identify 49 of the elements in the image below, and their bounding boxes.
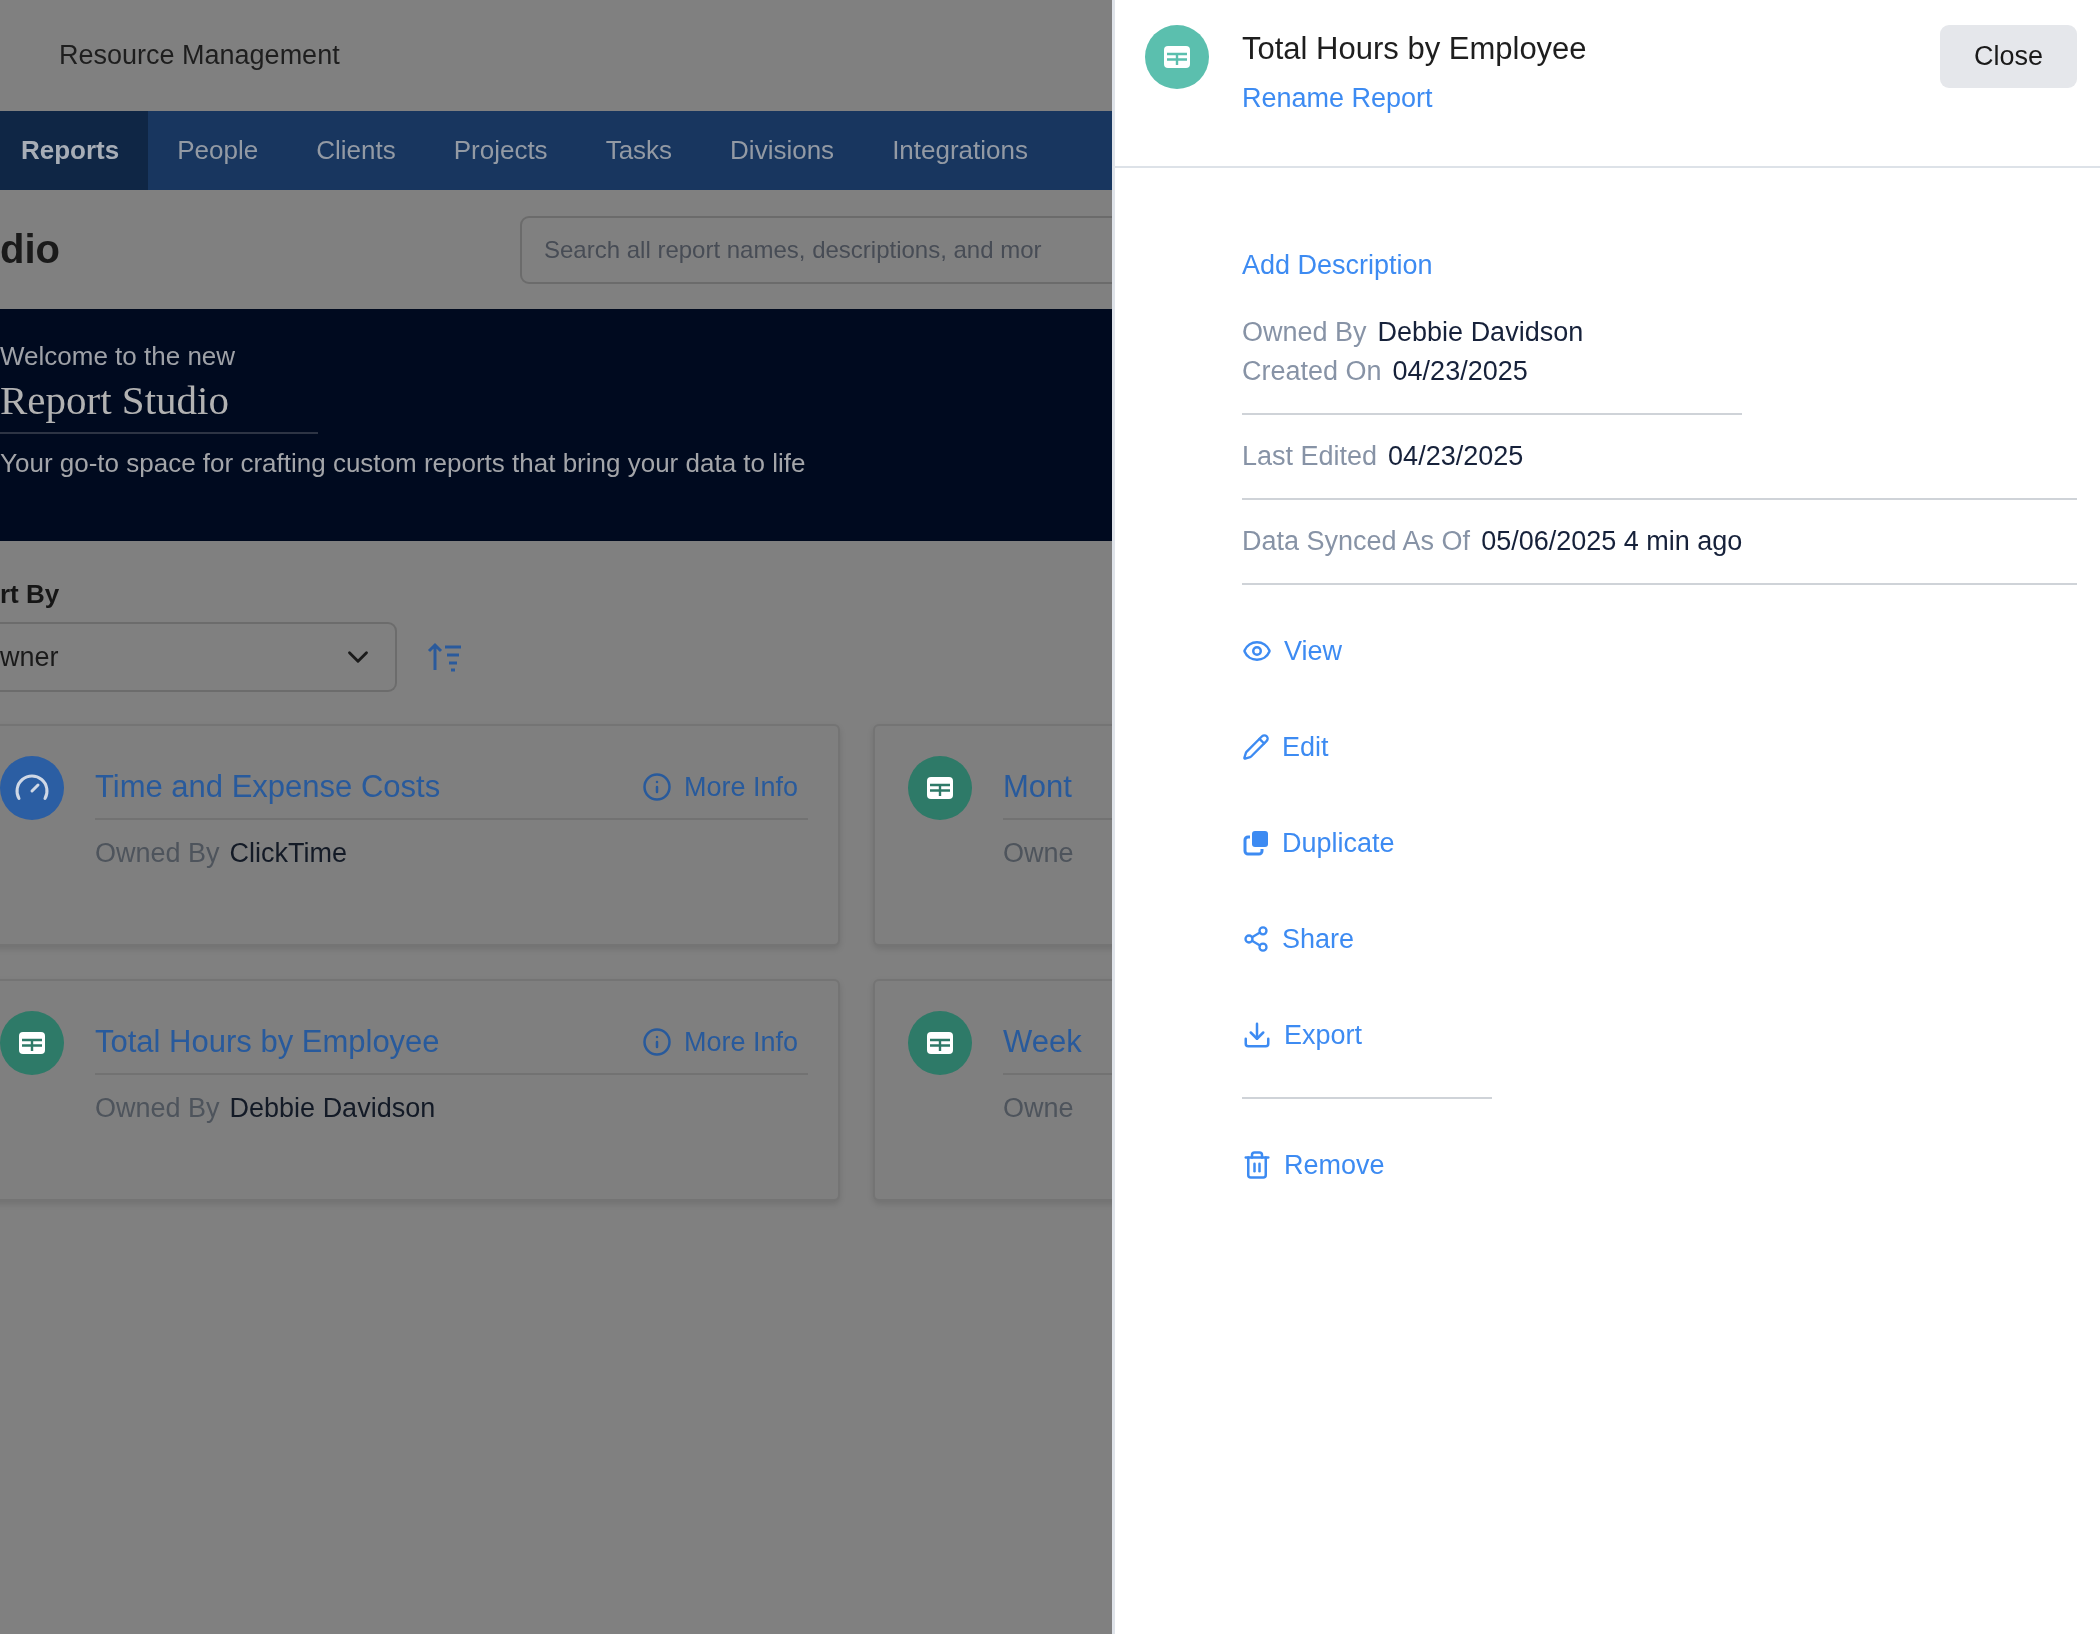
info-icon	[641, 1027, 672, 1057]
nav-tab[interactable]: Clients	[287, 111, 425, 190]
app-title: Resource Management	[59, 40, 340, 71]
more-info-link[interactable]: More Info	[641, 771, 808, 803]
owner-name: Debbie Davidson	[229, 1093, 436, 1124]
duplicate-icon	[1242, 829, 1270, 857]
sort-label: rt By	[0, 579, 60, 610]
detail-value: 05/06/2025 4 min ago	[1481, 526, 1743, 557]
action-button[interactable]: Export	[1242, 987, 1363, 1083]
banner-eyebrow: Welcome to the new	[0, 341, 236, 372]
owner-name: ClickTime	[229, 838, 348, 869]
share-icon	[1242, 925, 1270, 953]
nav-tab[interactable]: People	[148, 111, 288, 190]
nav-tab[interactable]: Reports	[0, 111, 149, 190]
detail-label: Created On	[1242, 356, 1382, 387]
detail-value: 04/23/2025	[1392, 356, 1528, 387]
info-icon	[641, 772, 672, 802]
action-button[interactable]: View	[1242, 603, 1343, 699]
rename-link[interactable]: Rename Report	[1242, 83, 1433, 114]
banner-subtitle: Your go-to space for crafting custom reports that bring your data to life	[0, 448, 806, 479]
detail-label: Data Synced As Of	[1242, 526, 1471, 557]
nav-tab[interactable]: Projects	[424, 111, 577, 190]
card-title[interactable]: Mont	[1003, 769, 1072, 805]
detail-label: Last Edited	[1242, 441, 1378, 472]
panel-title: Total Hours by Employee	[1242, 31, 1587, 67]
action-button[interactable]: Remove	[1242, 1117, 1385, 1213]
action-button[interactable]: Duplicate	[1242, 795, 1395, 891]
card-title[interactable]: Time and Expense Costs	[95, 769, 441, 805]
card-title[interactable]: Week	[1003, 1024, 1082, 1060]
nav-tab[interactable]: Divisions	[701, 111, 864, 190]
card-title[interactable]: Total Hours by Employee	[95, 1024, 440, 1060]
action-button[interactable]: Share	[1242, 891, 1355, 987]
detail-label: Owned By	[1242, 317, 1367, 348]
more-info-link[interactable]: More Info	[641, 1026, 808, 1058]
action-button[interactable]: Edit	[1242, 699, 1329, 795]
banner-title: Report Studio	[0, 376, 229, 424]
close-button[interactable]: Close	[1940, 25, 2077, 88]
add-description-link[interactable]: Add Description	[1242, 250, 1433, 281]
nav-tab[interactable]: Tasks	[576, 111, 702, 190]
sort-icon[interactable]	[427, 642, 463, 672]
page-title: dio	[0, 227, 60, 272]
pencil-icon	[1242, 733, 1270, 761]
nav-tab[interactable]: Integrations	[863, 111, 1057, 190]
detail-value: 04/23/2025	[1388, 441, 1524, 472]
sort-dropdown[interactable]: wner	[0, 622, 397, 692]
search-field[interactable]: Search all report names, descriptions, and mor	[520, 215, 1112, 284]
trash-icon	[1242, 1150, 1272, 1180]
detail-value: Debbie Davidson	[1377, 317, 1584, 348]
download-icon	[1242, 1020, 1272, 1050]
